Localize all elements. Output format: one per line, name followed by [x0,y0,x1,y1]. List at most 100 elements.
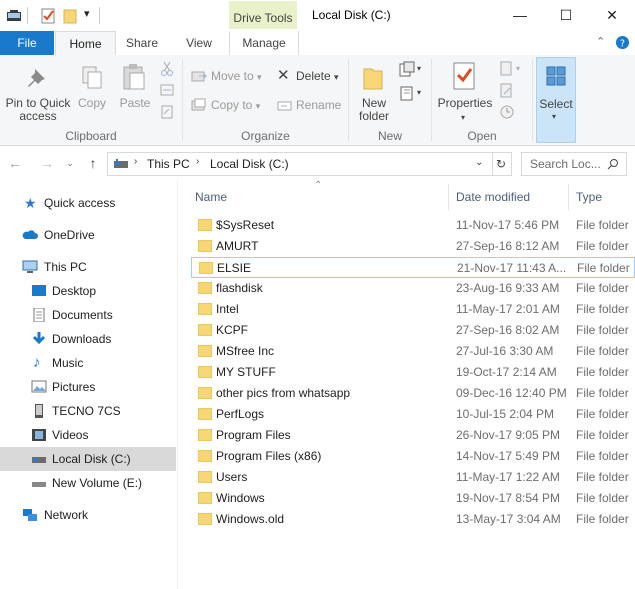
folder-icon [198,240,212,252]
help-icon[interactable]: ? [615,35,630,50]
file-name: MY STUFF [216,365,276,379]
tab-share[interactable]: Share [115,31,169,55]
breadcrumb-chevron-icon[interactable]: › [196,156,199,167]
file-date: 11-Nov-17 5:46 PM [456,218,560,232]
nav-item-new-volume[interactable]: New Volume (E:) [0,471,176,495]
nav-item-pictures[interactable]: Pictures [0,375,176,399]
forward-arrow-icon[interactable]: → [38,155,56,171]
refresh-icon[interactable]: ↻ [491,152,512,176]
nav-item-videos[interactable]: Videos [0,423,176,447]
customize-quick-access-icon[interactable]: ▾ [84,7,90,20]
paste-shortcut-icon[interactable] [160,105,174,119]
nav-item-quick-access[interactable]: ★ Quick access [0,191,176,215]
folder-icon [198,429,212,441]
new-item-dropdown-icon[interactable]: ▾ [417,64,421,73]
nav-item-onedrive[interactable]: OneDrive [0,223,176,247]
table-row[interactable]: Program Files 26-Nov-17 9:05 PM File folde… [191,425,635,446]
nav-item-tecno[interactable]: TECNO 7CS [0,399,176,423]
delete-label: Delete [296,69,331,83]
easy-access-icon[interactable] [399,85,415,101]
nav-item-documents[interactable]: Documents [0,303,176,327]
nav-item-this-pc[interactable]: This PC [0,255,176,279]
table-row[interactable]: other pics from whatsapp 09-Dec-16 12:40 … [191,383,635,404]
table-row[interactable]: $SysReset 11-Nov-17 5:46 PM File folder [191,215,635,236]
tab-view[interactable]: View [172,31,226,55]
new-folder-icon[interactable] [62,8,78,24]
paste-button[interactable]: Paste [116,97,154,110]
select-label: Select [539,97,573,111]
collapse-ribbon-icon[interactable]: ⌃ [596,35,605,48]
table-row[interactable]: Intel 11-May-17 2:01 AM File folder [191,299,635,320]
nav-item-downloads[interactable]: Downloads [0,327,176,351]
drive-tools-context-tab: Drive Tools [229,1,297,29]
table-row[interactable]: PerfLogs 10-Jul-15 2:04 PM File folder [191,404,635,425]
rename-button[interactable]: Rename [296,96,341,114]
maximize-button[interactable]: ☐ [543,0,589,31]
properties-button[interactable]: Properties [436,97,494,110]
select-button[interactable]: Select ▾ [536,57,576,143]
table-row-focused[interactable]: ELSIE 21-Nov-17 11:43 A... File folder [191,257,635,278]
table-row[interactable]: Users 11-May-17 1:22 AM File folder [191,467,635,488]
open-icon[interactable] [500,61,514,77]
table-row[interactable]: flashdisk 23-Aug-16 9:33 AM File folder [191,278,635,299]
history-icon[interactable] [500,105,514,119]
copy-button[interactable]: Copy [74,97,110,110]
open-dropdown-icon[interactable]: ▾ [516,64,520,73]
table-row[interactable]: AMURT 27-Sep-16 8:12 AM File folder [191,236,635,257]
folder-icon [198,492,212,504]
tab-file[interactable]: File [0,31,54,55]
nav-item-network[interactable]: Network [0,503,176,527]
column-divider[interactable] [568,184,569,210]
file-name: ELSIE [217,261,252,275]
cut-icon[interactable] [160,61,174,77]
close-button[interactable]: ✕ [589,0,635,31]
table-row[interactable]: MY STUFF 19-Oct-17 2:14 AM File folder [191,362,635,383]
sort-ascending-icon: ⌃ [314,180,323,191]
delete-button[interactable]: Delete ▾ [296,67,339,85]
ribbon: Pin to Quick access Copy Paste Clipboard… [0,55,635,146]
nav-item-desktop[interactable]: Desktop [0,279,176,303]
explorer-icon[interactable] [6,8,22,24]
table-row[interactable]: KCPF 27-Sep-16 8:02 AM File folder [191,320,635,341]
nav-item-local-disk[interactable]: Local Disk (C:) [0,447,176,471]
breadcrumb-chevron-icon[interactable]: › [134,156,137,167]
up-arrow-icon[interactable]: ↑ [84,155,102,171]
folder-icon [198,366,212,378]
new-item-icon[interactable] [399,61,415,77]
column-name[interactable]: Name [195,190,227,204]
easy-access-dropdown-icon[interactable]: ▾ [417,88,421,97]
address-bar[interactable]: › This PC › Local Disk (C:) ⌄ [107,152,493,176]
column-date-modified[interactable]: Date modified [456,190,530,204]
breadcrumb-local-disk[interactable]: Local Disk (C:) [210,157,289,171]
nav-label: Music [52,356,84,370]
search-input[interactable]: Search Loc... [530,157,601,171]
folder-icon [199,262,213,274]
search-box[interactable]: Search Loc... [521,152,627,176]
properties-dropdown-icon[interactable]: ▾ [461,113,465,122]
tab-manage[interactable]: Manage [229,31,299,55]
tab-home[interactable]: Home [55,31,116,56]
recent-locations-icon[interactable]: ⌄ [61,158,79,169]
file-name: PerfLogs [216,407,265,421]
new-folder-button[interactable]: New folder [352,97,396,123]
column-divider[interactable] [448,184,449,210]
nav-label: OneDrive [44,228,95,242]
minimize-button[interactable]: — [497,0,543,31]
file-date: 27-Sep-16 8:12 AM [456,239,560,253]
breadcrumb-this-pc[interactable]: This PC [147,157,190,171]
nav-item-music[interactable]: ♪ Music [0,351,176,375]
properties-icon[interactable] [40,8,56,24]
address-dropdown-icon[interactable]: ⌄ [475,157,483,168]
table-row[interactable]: Windows.old 13-May-17 3:04 AM File folder [191,509,635,530]
table-row[interactable]: Program Files (x86) 14-Nov-17 5:49 PM File… [191,446,635,467]
copy-to-button[interactable]: Copy to ▾ [211,96,260,114]
pin-to-quick-access-button[interactable]: Pin to Quick access [4,97,72,123]
column-type[interactable]: Type [576,190,602,204]
table-row[interactable]: Windows 19-Nov-17 8:54 PM File folder [191,488,635,509]
copy-path-icon[interactable] [160,83,174,97]
edit-icon[interactable] [500,83,514,99]
phone-icon [35,404,43,418]
move-to-button[interactable]: Move to ▾ [211,67,262,85]
back-arrow-icon[interactable]: ← [6,155,24,171]
table-row[interactable]: MSfree Inc 27-Jul-16 3:30 AM File folder [191,341,635,362]
